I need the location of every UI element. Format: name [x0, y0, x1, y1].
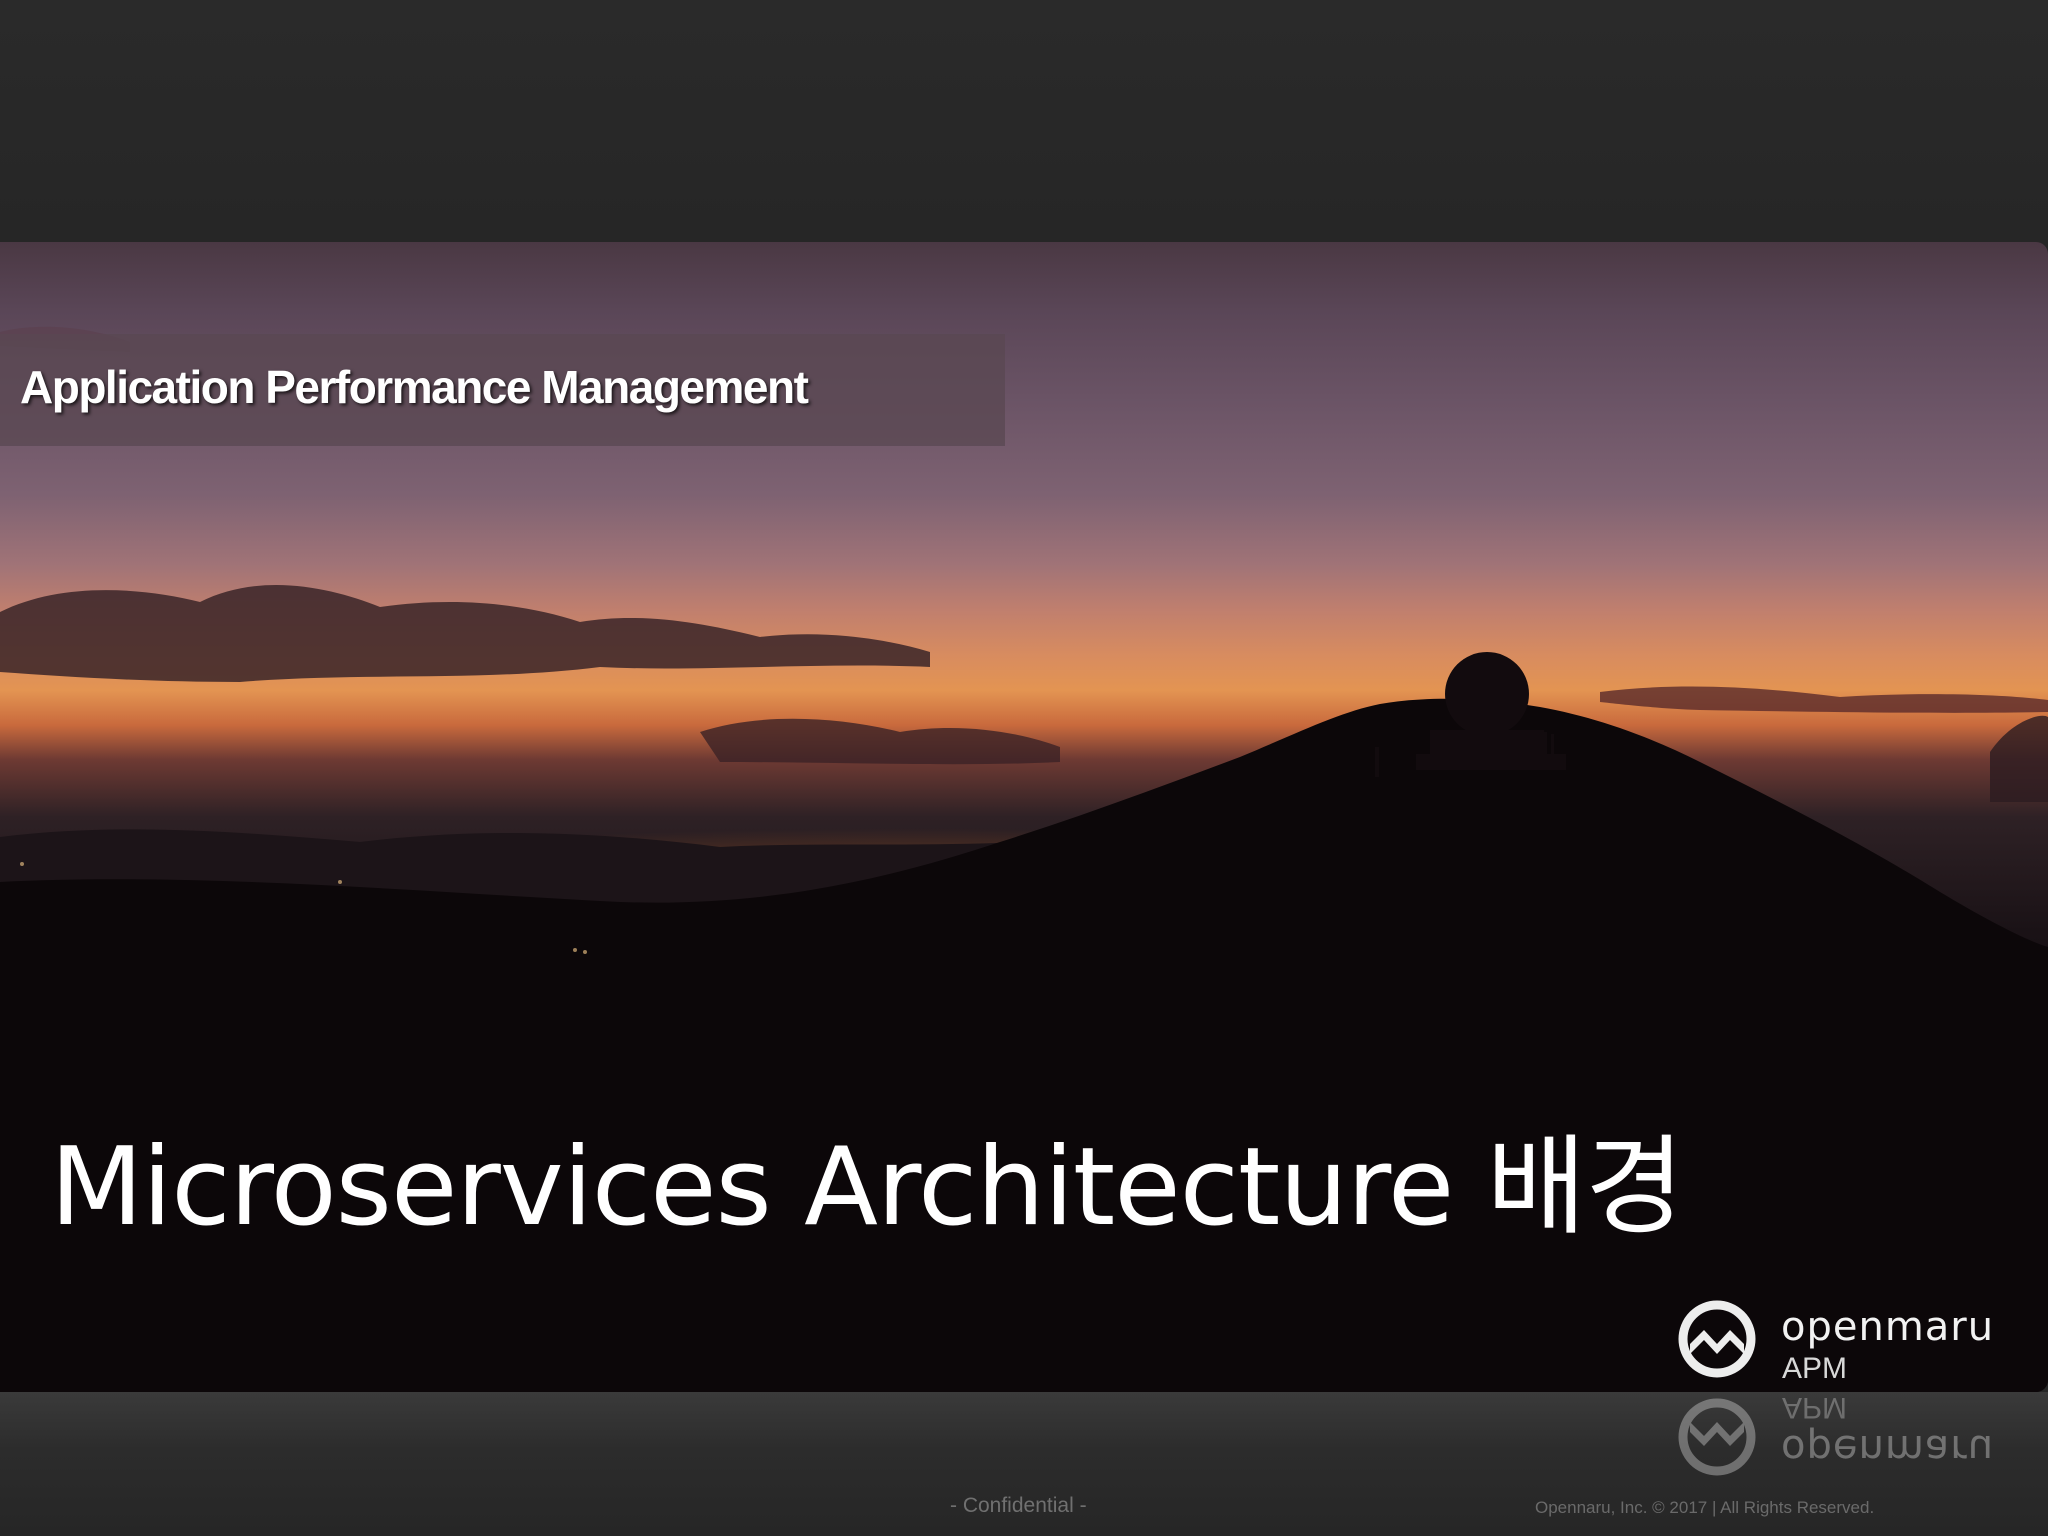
mountain-silhouette — [0, 698, 2048, 1392]
logo-product: APM — [1782, 1352, 1848, 1385]
openmaru-mountain-logo-icon — [1678, 1398, 1756, 1476]
logo-product-reflection: APM — [1782, 1392, 1848, 1424]
confidential-label: - Confidential - — [950, 1494, 1087, 1517]
logo-reflection: openmaru APM — [1678, 1392, 2008, 1476]
openmaru-logo: openmaru APM — [1678, 1300, 2008, 1385]
slide-subtitle: Application Performance Management — [20, 361, 809, 413]
logo-name: openmaru — [1781, 1304, 1995, 1350]
openmaru-mountain-logo-icon — [1678, 1300, 1756, 1378]
logo-name-reflection: openmaru — [1781, 1426, 1995, 1472]
top-band — [0, 0, 2048, 242]
title-slide: Application Performance Management Micro… — [0, 242, 2048, 1392]
slide-title: Microservices Architecture 배경 — [50, 1125, 1684, 1250]
copyright-notice: Opennaru, Inc. © 2017 | All Rights Reser… — [1535, 1498, 1875, 1517]
